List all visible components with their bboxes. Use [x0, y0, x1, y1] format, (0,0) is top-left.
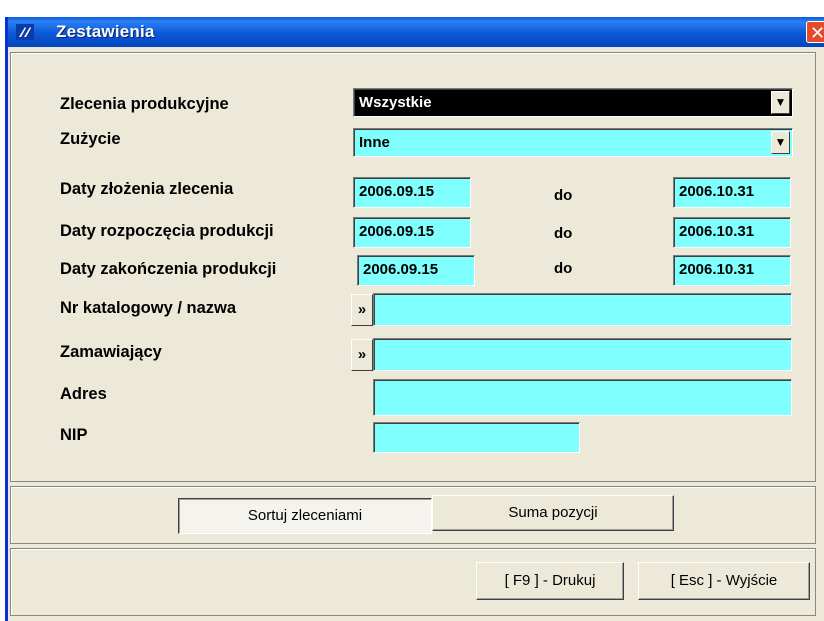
- nr-katalogowy-input[interactable]: [373, 293, 792, 326]
- date-from-2-input[interactable]: 2006.09.15: [353, 217, 471, 248]
- close-icon: ✕: [809, 23, 824, 43]
- daty-zakonczenia-label: Daty zakończenia produkcji: [60, 260, 277, 278]
- window-title: Zestawienia: [56, 22, 155, 41]
- zlecenia-value: Wszystkie: [359, 94, 432, 111]
- adres-label: Adres: [60, 385, 107, 403]
- date-to-1-input[interactable]: 2006.10.31: [673, 177, 791, 208]
- daty-zlozenia-label: Daty złożenia zlecenia: [60, 180, 234, 198]
- wyjscie-button[interactable]: [ Esc ] - Wyjście: [638, 562, 810, 600]
- double-chevron-right-icon: »: [357, 301, 367, 318]
- zamawiajacy-lookup-button[interactable]: »: [351, 339, 373, 371]
- double-chevron-right-icon: »: [357, 346, 367, 363]
- zlecenia-select[interactable]: Wszystkie ▼: [353, 88, 793, 117]
- drukuj-button[interactable]: [ F9 ] - Drukuj: [476, 562, 624, 600]
- zlecenia-label: Zlecenia produkcyjne: [60, 95, 229, 113]
- date-to-2-input[interactable]: 2006.10.31: [673, 217, 791, 248]
- zuzycie-select[interactable]: Inne ▼: [353, 128, 793, 157]
- date-to-3-input[interactable]: 2006.10.31: [673, 255, 791, 286]
- suma-pozycji-button[interactable]: Suma pozycji: [432, 495, 674, 531]
- zamawiajacy-input[interactable]: [373, 338, 792, 371]
- chevron-down-icon[interactable]: ▼: [771, 131, 790, 154]
- adres-input[interactable]: [373, 379, 792, 416]
- zuzycie-label: Zużycie: [60, 130, 121, 148]
- nr-katalogowy-label: Nr katalogowy / nazwa: [60, 299, 237, 317]
- do-label: do: [554, 260, 573, 277]
- nip-label: NIP: [60, 426, 88, 444]
- zuzycie-value: Inne: [359, 134, 390, 151]
- date-from-1-input[interactable]: 2006.09.15: [353, 177, 471, 208]
- sortuj-zleceniami-button[interactable]: Sortuj zleceniami: [178, 498, 432, 534]
- chevron-down-icon[interactable]: ▼: [771, 91, 790, 114]
- zestawienia-window: Zestawienia ✕ Zlecenia produkcyjne Wszys…: [5, 17, 824, 621]
- date-from-3-input[interactable]: 2006.09.15: [357, 255, 475, 286]
- do-label: do: [554, 187, 573, 204]
- close-button[interactable]: ✕: [806, 21, 824, 43]
- nr-katalogowy-lookup-button[interactable]: »: [351, 294, 373, 326]
- do-label: do: [554, 225, 573, 242]
- app-logo-icon: [16, 24, 34, 40]
- zamawiajacy-label: Zamawiający: [60, 343, 162, 361]
- daty-rozpoczecia-label: Daty rozpoczęcia produkcji: [60, 222, 274, 240]
- nip-input[interactable]: [373, 422, 580, 453]
- title-bar[interactable]: Zestawienia ✕: [8, 17, 824, 47]
